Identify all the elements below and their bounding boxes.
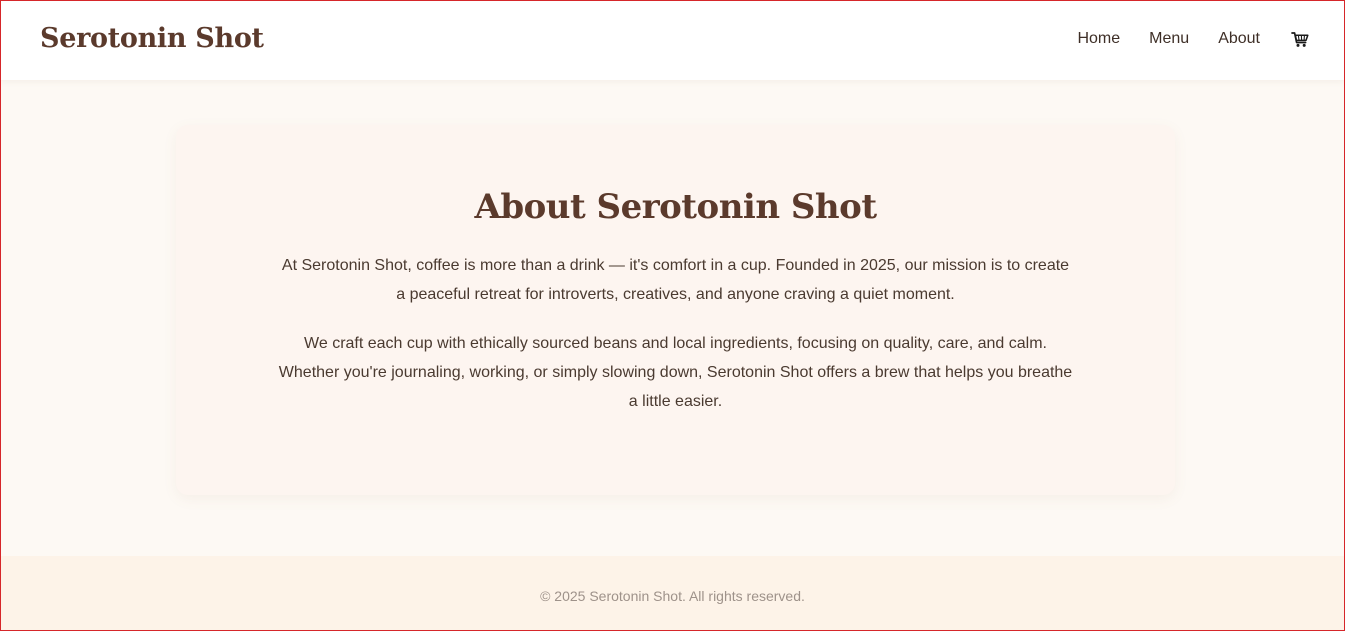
- nav-home-link[interactable]: Home: [1077, 26, 1120, 52]
- cart-icon[interactable]: [1291, 30, 1309, 48]
- main-content: About Serotonin Shot At Serotonin Shot, …: [0, 80, 1345, 555]
- about-card: About Serotonin Shot At Serotonin Shot, …: [176, 125, 1175, 495]
- copyright-text: © 2025 Serotonin Shot. All rights reserv…: [540, 588, 805, 604]
- site-header: Serotonin Shot Home Menu About: [0, 0, 1345, 80]
- nav-about-link[interactable]: About: [1218, 26, 1260, 52]
- brand-logo[interactable]: Serotonin Shot: [40, 20, 264, 58]
- cart-icon-graphic: [1291, 31, 1309, 47]
- about-title: About Serotonin Shot: [474, 187, 877, 227]
- site-footer: © 2025 Serotonin Shot. All rights reserv…: [0, 556, 1345, 631]
- main-nav: Home Menu About: [1077, 26, 1309, 52]
- about-paragraph-1: At Serotonin Shot, coffee is more than a…: [281, 257, 1070, 303]
- about-paragraph-2: We craft each cup with ethically sourced…: [278, 335, 1073, 410]
- nav-menu-link[interactable]: Menu: [1149, 26, 1189, 52]
